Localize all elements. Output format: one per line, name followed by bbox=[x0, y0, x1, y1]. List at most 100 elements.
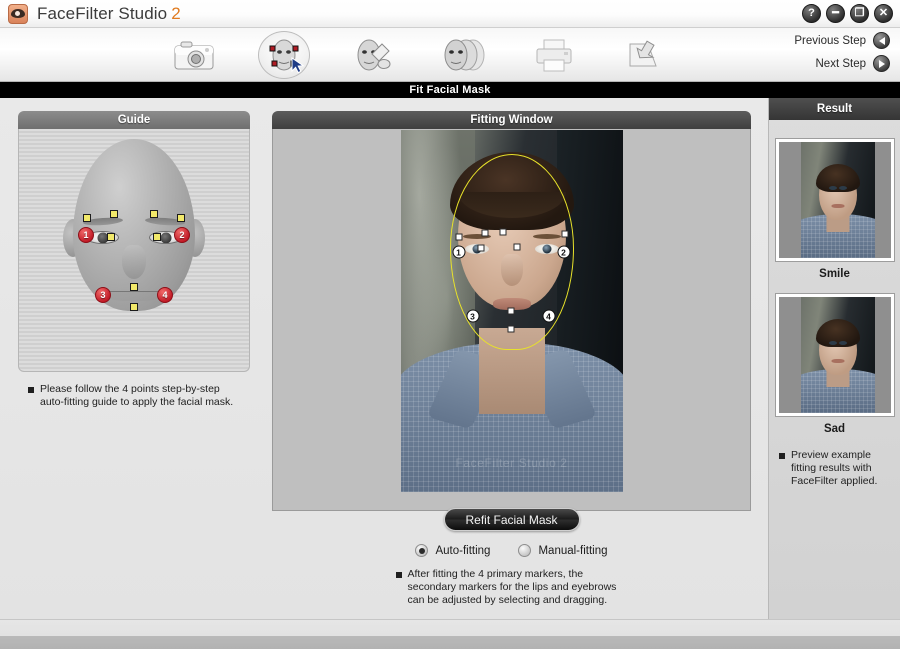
next-step-label: Next Step bbox=[815, 57, 867, 70]
guide-nose bbox=[122, 245, 146, 279]
photo-brow-right bbox=[532, 234, 561, 239]
toolbar: Previous Step Next Step bbox=[0, 28, 900, 82]
thumbnail-photo bbox=[800, 142, 875, 258]
refit-facial-mask-button[interactable]: Refit Facial Mask bbox=[443, 508, 580, 531]
fitting-primary-marker-3[interactable]: 3 bbox=[466, 309, 479, 323]
manual-fitting-label: Manual-fitting bbox=[538, 544, 608, 557]
guide-secondary-marker[interactable] bbox=[150, 210, 158, 218]
fitting-note-text: After fitting the 4 primary markers, the… bbox=[407, 568, 617, 606]
thumbnail-eye-right bbox=[838, 341, 847, 345]
camera-icon bbox=[174, 41, 214, 70]
photo-neck bbox=[478, 328, 545, 414]
face-expressions-icon bbox=[444, 39, 485, 71]
eye-icon bbox=[11, 9, 25, 18]
guide-panel-header: Guide bbox=[18, 111, 250, 129]
guide-secondary-marker[interactable] bbox=[107, 233, 115, 241]
main-area: Guide 1 2 3 4 Please follow the 4 points… bbox=[0, 98, 900, 619]
bullet-icon bbox=[395, 572, 402, 578]
thumbnail-mouth bbox=[831, 204, 844, 208]
guide-primary-marker-1[interactable]: 1 bbox=[78, 227, 94, 243]
thumbnail-eye-right bbox=[838, 186, 847, 190]
printer-icon bbox=[536, 39, 572, 72]
expression-tool[interactable] bbox=[435, 32, 493, 78]
guide-secondary-marker[interactable] bbox=[130, 283, 138, 291]
result-thumbnail-label: Smile bbox=[819, 268, 850, 280]
result-panel: Result Smile Sad Preview example fitting… bbox=[768, 98, 900, 619]
fitting-mode-radio-group: Auto-fitting Manual-fitting bbox=[415, 544, 608, 557]
guide-primary-marker-4[interactable]: 4 bbox=[157, 287, 173, 303]
fitting-secondary-marker[interactable] bbox=[481, 229, 488, 237]
fitting-primary-marker-1[interactable]: 1 bbox=[452, 245, 465, 259]
result-thumbnail-sad[interactable]: Sad bbox=[774, 293, 895, 435]
result-thumbnail-smile[interactable]: Smile bbox=[774, 138, 895, 280]
fitting-secondary-marker[interactable] bbox=[477, 244, 484, 252]
guide-secondary-marker[interactable] bbox=[110, 210, 118, 218]
next-step-button[interactable]: Next Step bbox=[815, 55, 890, 72]
fitting-secondary-marker[interactable] bbox=[455, 233, 462, 241]
result-panel-header: Result bbox=[769, 98, 900, 120]
status-strip: Fit Facial Mask bbox=[0, 82, 900, 98]
result-thumbnail-image[interactable] bbox=[774, 138, 895, 262]
previous-step-button[interactable]: Previous Step bbox=[794, 32, 890, 49]
auto-fitting-radio[interactable]: Auto-fitting bbox=[415, 544, 490, 557]
thumbnail-mouth bbox=[831, 359, 844, 363]
guide-secondary-marker[interactable] bbox=[130, 303, 138, 311]
title-bar: FaceFilter Studio 2 ? ━ ❐ ✕ bbox=[0, 0, 900, 28]
guide-secondary-marker[interactable] bbox=[83, 214, 91, 222]
manual-fitting-radio[interactable]: Manual-fitting bbox=[518, 544, 608, 557]
bullet-icon bbox=[28, 387, 34, 393]
guide-mouth bbox=[108, 291, 160, 301]
radio-dot-icon bbox=[518, 544, 532, 557]
bottom-status-bar bbox=[0, 619, 900, 649]
guide-secondary-marker[interactable] bbox=[177, 214, 185, 222]
export-arrow-icon bbox=[629, 40, 657, 67]
window-controls: ? ━ ❐ ✕ bbox=[802, 4, 893, 23]
edit-face-tool[interactable] bbox=[345, 32, 403, 78]
fitting-window-panel: Fitting Window FaceFilter Studio 2 1 2 3… bbox=[272, 111, 751, 511]
fitting-secondary-marker[interactable] bbox=[561, 230, 568, 238]
close-button[interactable]: ✕ bbox=[874, 4, 893, 23]
source-photo[interactable]: FaceFilter Studio 2 1 2 3 4 bbox=[400, 130, 623, 492]
fit-facial-mask-tool[interactable] bbox=[255, 32, 313, 78]
fitting-window-canvas[interactable]: FaceFilter Studio 2 1 2 3 4 bbox=[272, 129, 751, 511]
help-button[interactable]: ? bbox=[802, 4, 821, 23]
fitting-secondary-marker[interactable] bbox=[507, 307, 514, 315]
app-version-text: 2 bbox=[171, 3, 181, 23]
fitting-secondary-marker[interactable] bbox=[507, 325, 514, 333]
photo-eye-right bbox=[534, 244, 559, 254]
result-note-text: Preview example fitting results with Fac… bbox=[791, 449, 878, 487]
fitting-controls: Refit Facial Mask Auto-fitting Manual-fi… bbox=[272, 508, 751, 607]
thumbnail-eye-left bbox=[828, 186, 837, 190]
thumbnail-hair bbox=[815, 164, 860, 192]
guide-primary-marker-3[interactable]: 3 bbox=[95, 287, 111, 303]
arrow-right-icon bbox=[873, 55, 890, 72]
guide-face-model: 1 2 3 4 bbox=[59, 139, 209, 339]
guide-note: Please follow the 4 points step-by-step … bbox=[28, 383, 246, 409]
guide-secondary-marker[interactable] bbox=[153, 233, 161, 241]
result-thumbnail-image[interactable] bbox=[774, 293, 895, 417]
guide-panel: Guide 1 2 3 4 Please follow the 4 points… bbox=[18, 111, 250, 409]
radio-dot-icon bbox=[415, 544, 429, 557]
load-photo-tool[interactable] bbox=[165, 32, 223, 78]
arrow-left-icon bbox=[873, 32, 890, 49]
fitting-primary-marker-2[interactable]: 2 bbox=[557, 245, 570, 259]
guide-primary-marker-2[interactable]: 2 bbox=[174, 227, 190, 243]
restore-button[interactable]: ❐ bbox=[850, 4, 869, 23]
fitting-note: After fitting the 4 primary markers, the… bbox=[395, 568, 628, 607]
export-tool[interactable] bbox=[615, 32, 673, 78]
app-title: FaceFilter Studio 2 bbox=[37, 4, 181, 24]
print-tool[interactable] bbox=[525, 32, 583, 78]
fitting-secondary-marker[interactable] bbox=[513, 243, 520, 251]
app-logo-icon bbox=[8, 3, 28, 24]
guide-preview: 1 2 3 4 bbox=[18, 129, 250, 372]
fitting-secondary-marker[interactable] bbox=[499, 228, 506, 236]
fitting-primary-marker-4[interactable]: 4 bbox=[542, 309, 555, 323]
guide-note-text: Please follow the 4 points step-by-step … bbox=[40, 383, 234, 408]
bullet-icon bbox=[779, 453, 785, 459]
face-retouch-icon bbox=[357, 39, 391, 71]
fitting-window-header: Fitting Window bbox=[272, 111, 751, 129]
thumbnail-eye-left bbox=[828, 341, 837, 345]
minimize-button[interactable]: ━ bbox=[826, 4, 845, 23]
photo-watermark: FaceFilter Studio 2 bbox=[455, 456, 568, 470]
toolbar-tools bbox=[165, 28, 673, 82]
